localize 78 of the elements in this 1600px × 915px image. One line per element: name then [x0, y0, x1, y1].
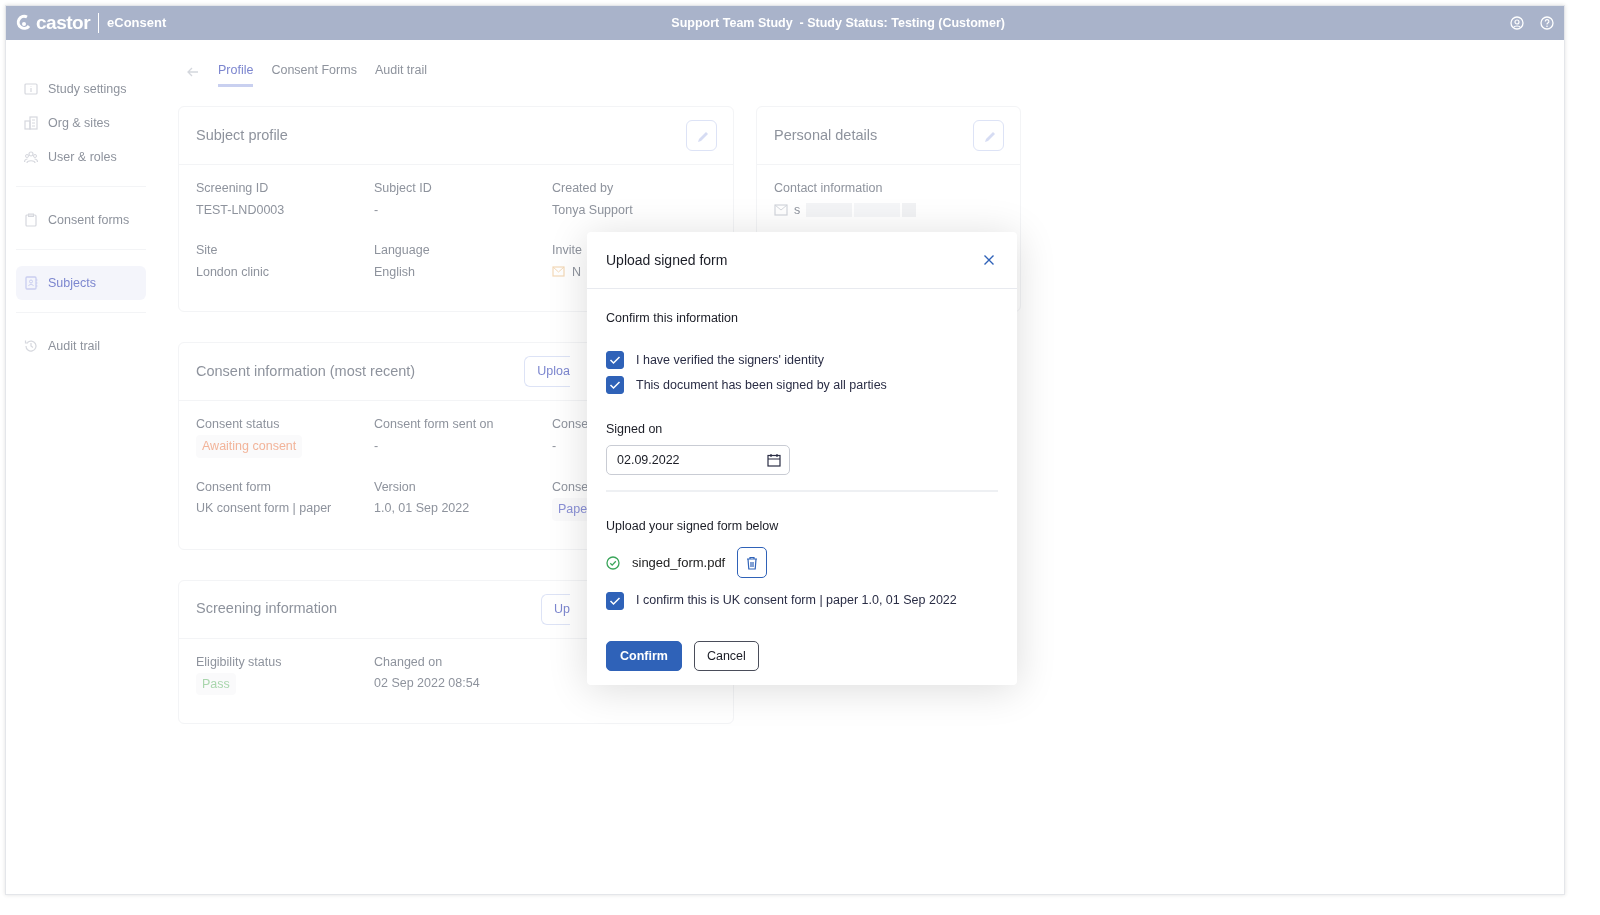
checkbox-label: This document has been signed by all parties [636, 376, 887, 394]
field-value: UK consent form | paper [196, 500, 332, 518]
field-label: Conse [552, 416, 589, 433]
confirm-button[interactable]: Confirm [606, 641, 682, 672]
status-badge: Awaiting consent [196, 435, 303, 458]
history-icon [24, 339, 38, 353]
study-title: Support Team Study - Study Status: Testing (Customer) [670, 14, 1006, 32]
card-title: Screening information [196, 599, 339, 619]
sidebar-item[interactable]: Consent forms [16, 203, 146, 237]
field-value: London clinic [196, 263, 269, 281]
field-value: - [374, 437, 379, 455]
mail-icon [552, 266, 566, 278]
field-label: Contact information [774, 180, 884, 197]
field-label: Invite [552, 242, 582, 259]
trash-icon [746, 555, 759, 570]
field-value: Tonya Support [552, 201, 633, 219]
cancel-button[interactable]: Cancel [693, 641, 759, 672]
field-value: s [794, 201, 801, 219]
field-label: Screening ID [196, 180, 270, 197]
field-label: Version [374, 478, 417, 496]
field-label: Created by [552, 180, 615, 197]
checkbox-label: I confirm this is UK consent form | paper 1.0, 01 Sep 2022 [636, 592, 957, 610]
logo-icon [16, 14, 32, 32]
card-title: Subject profile [196, 125, 289, 145]
field-label: Consent form sent on [374, 416, 494, 433]
field-label: Conse [552, 478, 590, 496]
section-title: Confirm this information [606, 310, 739, 327]
file-name: singed_form.pdf [632, 554, 726, 572]
field-value: 1.0, 01 Sep 2022 [374, 500, 470, 518]
field-value: - [374, 201, 379, 219]
check-icon [609, 355, 621, 366]
product-name: eConsent [98, 13, 167, 33]
checkbox-label: I have verified the signers' identity [636, 351, 824, 369]
card-title: Personal details [774, 125, 879, 145]
upload-button[interactable]: Up [541, 593, 570, 625]
sidebar-item[interactable]: Audit trail [16, 329, 146, 363]
field-label: Signed on [606, 420, 664, 438]
tab[interactable]: Audit trail [374, 57, 427, 87]
check-icon [609, 380, 621, 391]
status-badge: Pass [196, 672, 236, 696]
tab[interactable]: Profile [218, 57, 254, 87]
upload-button[interactable]: Uploa [524, 356, 570, 387]
check-circle-icon [606, 555, 620, 570]
sidebar-item[interactable]: Study settings [16, 72, 146, 106]
logo-text: castor [36, 10, 91, 35]
field-label: Language [374, 242, 430, 259]
checkbox[interactable] [606, 351, 624, 370]
field-label: Changed on [374, 653, 444, 671]
card-title: Consent information (most recent) [196, 361, 417, 381]
info-icon [24, 82, 38, 96]
date-field[interactable]: 02.09.2022 [606, 444, 790, 475]
delete-button[interactable] [737, 547, 768, 579]
sidebar-item[interactable]: Subjects [16, 266, 146, 300]
clipboard-icon [24, 213, 38, 227]
field-label: Subject ID [374, 180, 432, 197]
sidebar-item[interactable]: Org & sites [16, 106, 146, 140]
field-value: English [374, 263, 415, 281]
field-value: 02 Sep 2022 08:54 [374, 675, 480, 693]
building-icon [24, 116, 38, 130]
users-icon [24, 150, 38, 164]
calendar-icon [767, 452, 781, 467]
field-label: Consent status [196, 416, 281, 433]
field-value: TEST-LND0003 [196, 201, 285, 219]
mail-icon [774, 204, 788, 216]
field-value: N [572, 263, 582, 281]
dialog-title: Upload signed form [606, 250, 729, 270]
close-icon [983, 254, 995, 266]
checkbox[interactable] [606, 376, 624, 395]
field-label: Site [196, 242, 219, 259]
sidebar-item[interactable]: User & roles [16, 140, 146, 174]
tab[interactable]: Consent Forms [271, 57, 357, 87]
checkbox[interactable] [606, 591, 624, 610]
contacts-icon [24, 276, 38, 290]
check-icon [609, 595, 621, 606]
field-value: - [552, 437, 557, 455]
section-title: Upload your signed form below [606, 517, 780, 535]
field-label: Eligibility status [196, 653, 282, 671]
field-label: Consent form [196, 478, 273, 496]
